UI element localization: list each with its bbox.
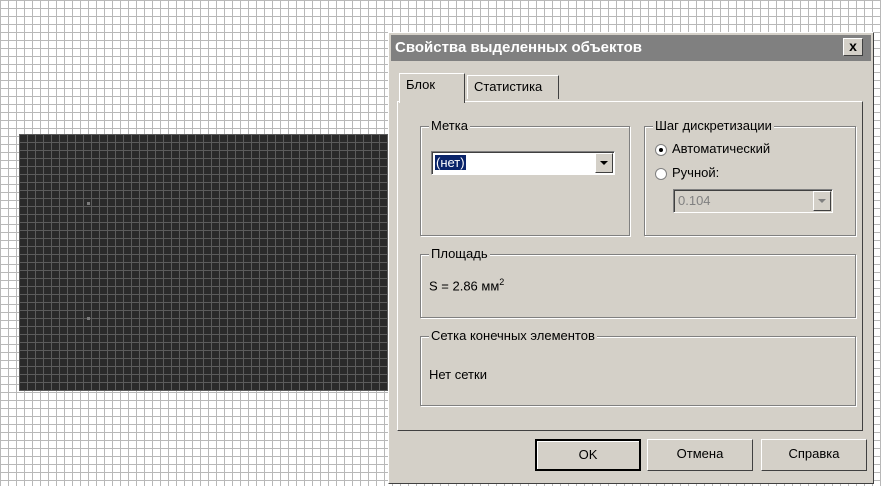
radio-icon <box>655 143 667 156</box>
radio-manual[interactable]: Ручной: <box>655 165 719 180</box>
properties-dialog: Свойства выделенных объектов x Блок Стат… <box>388 32 874 484</box>
radio-automatic-label: Автоматический <box>672 141 771 156</box>
tab-panel: Метка (нет) Шаг дискретизации Автоматиче… <box>397 101 863 431</box>
sampling-group: Шаг дискретизации Автоматический Ручной:… <box>644 118 856 236</box>
label-select-dropdown-button[interactable] <box>595 153 613 173</box>
area-group-title: Площадь <box>429 246 490 261</box>
ok-button[interactable]: OK <box>535 439 641 471</box>
chevron-down-icon <box>600 161 608 165</box>
radio-automatic[interactable]: Автоматический <box>655 141 770 156</box>
area-group: Площадь S = 2.86 мм2 <box>420 246 856 318</box>
dialog-titlebar[interactable]: Свойства выделенных объектов x <box>391 35 871 61</box>
manual-step-value: 0.104 <box>678 193 711 208</box>
radio-icon <box>655 167 667 180</box>
selected-block[interactable] <box>19 134 391 391</box>
manual-step-select: 0.104 <box>673 189 833 213</box>
manual-step-dropdown-button <box>813 191 831 211</box>
block-node <box>87 317 90 320</box>
close-button[interactable]: x <box>843 38 863 56</box>
area-value: S = 2.86 мм2 <box>429 277 505 294</box>
label-group-title: Метка <box>429 118 470 133</box>
label-select-value: (нет) <box>434 154 467 171</box>
label-select[interactable]: (нет) <box>431 151 615 175</box>
tab-block[interactable]: Блок <box>399 73 465 103</box>
cancel-button[interactable]: Отмена <box>647 439 753 471</box>
dialog-title: Свойства выделенных объектов <box>395 39 643 56</box>
label-group: Метка (нет) <box>420 118 630 236</box>
close-icon: x <box>849 38 857 54</box>
tab-statistics[interactable]: Статистика <box>467 75 559 99</box>
mesh-group: Сетка конечных элементов Нет сетки <box>420 328 856 406</box>
radio-manual-label: Ручной: <box>672 165 720 180</box>
mesh-status: Нет сетки <box>429 367 487 382</box>
help-button[interactable]: Справка <box>761 439 867 471</box>
mesh-group-title: Сетка конечных элементов <box>429 328 597 343</box>
sampling-group-title: Шаг дискретизации <box>653 118 774 133</box>
block-node <box>87 202 90 205</box>
chevron-down-icon <box>818 199 826 203</box>
